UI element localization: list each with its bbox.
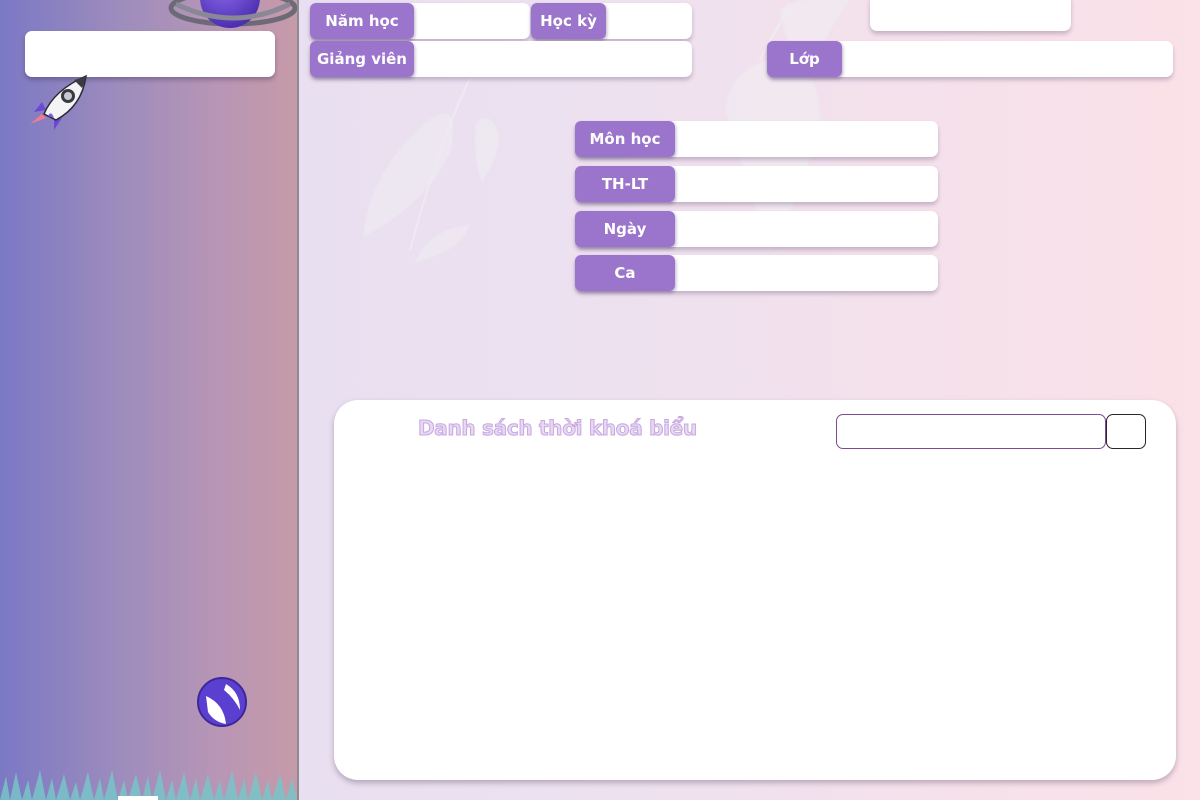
lop-label: Lớp (767, 41, 842, 77)
nam-hoc-input[interactable] (414, 3, 530, 39)
lop-input[interactable] (842, 41, 1173, 77)
nam-hoc-field: Năm học (310, 3, 530, 39)
ca-field: Ca (575, 255, 938, 291)
schedule-list-panel: Danh sách thời khoá biểu (334, 400, 1176, 780)
th-lt-label: TH-LT (575, 166, 675, 202)
sidebar (0, 0, 297, 800)
mon-hoc-label: Môn học (575, 121, 675, 157)
th-lt-input[interactable] (675, 166, 938, 202)
rocket-icon (30, 74, 87, 130)
giang-vien-field: Giảng viên (310, 41, 692, 77)
hoc-ky-label: Học kỳ (531, 3, 606, 39)
search-input[interactable] (836, 414, 1106, 449)
ngay-label: Ngày (575, 211, 675, 247)
top-right-field[interactable] (870, 0, 1071, 31)
giang-vien-input[interactable] (414, 41, 692, 77)
ca-input[interactable] (675, 255, 938, 291)
schedule-list-title: Danh sách thời khoá biểu (418, 416, 698, 441)
ball-icon[interactable] (196, 676, 248, 728)
mon-hoc-field: Môn học (575, 121, 938, 157)
ca-label: Ca (575, 255, 675, 291)
ngay-input[interactable] (675, 211, 938, 247)
planet-icon (168, 0, 297, 28)
giang-vien-label: Giảng viên (310, 41, 414, 77)
lop-field: Lớp (767, 41, 1173, 77)
sidebar-divider (297, 0, 299, 800)
mon-hoc-input[interactable] (675, 121, 938, 157)
hoc-ky-input[interactable] (606, 3, 692, 39)
grass-decoration (0, 770, 297, 800)
th-lt-field: TH-LT (575, 166, 938, 202)
hoc-ky-field: Học kỳ (531, 3, 692, 39)
ngay-field: Ngày (575, 211, 938, 247)
search-button[interactable] (1106, 414, 1146, 449)
nam-hoc-label: Năm học (310, 3, 414, 39)
